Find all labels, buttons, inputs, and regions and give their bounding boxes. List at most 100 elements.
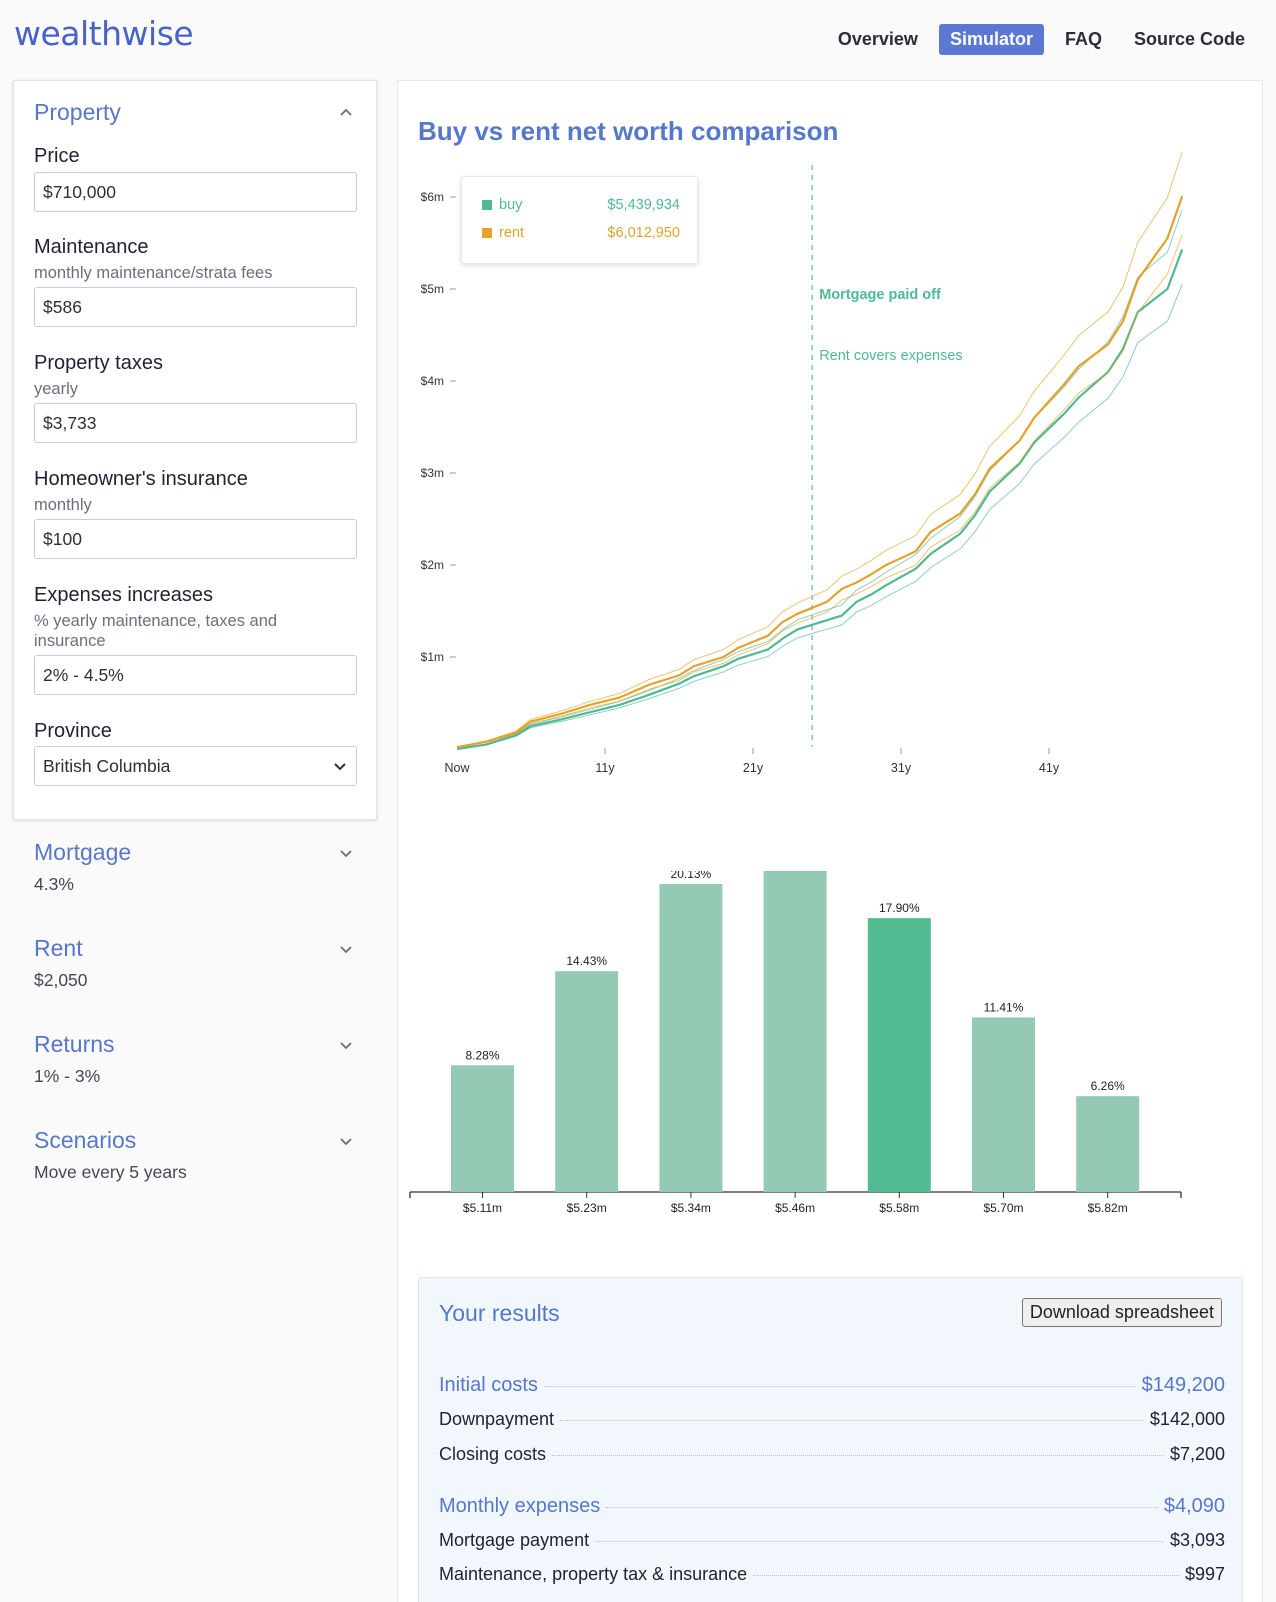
property-taxes-label: Property taxes	[34, 352, 163, 374]
results-panel: Your results Download spreadsheet Initia…	[418, 1277, 1243, 1602]
price-value: $710,000	[43, 181, 116, 202]
maintenance-label: Maintenance	[34, 236, 149, 258]
download-spreadsheet-button[interactable]: Download spreadsheet	[1021, 1298, 1222, 1327]
rent-section-header[interactable]: Rent	[34, 935, 357, 962]
results-row-value: $4,090	[1163, 1495, 1225, 1517]
maintenance-value: $586	[43, 296, 82, 317]
property-section-header[interactable]: Property	[34, 99, 357, 126]
legend-rent-value: $6,012,950	[607, 225, 680, 241]
dotted-leader	[753, 1575, 1179, 1576]
mortgage-section-header[interactable]: Mortgage	[34, 839, 357, 866]
maintenance-input[interactable]: $586	[34, 287, 357, 327]
legend-rent-label: rent	[499, 225, 524, 241]
bar-value-label: 11.41%	[984, 1000, 1024, 1014]
y-tick-label: $4m	[421, 374, 444, 388]
price-input[interactable]: $710,000	[34, 172, 357, 212]
dotted-leader	[543, 1386, 1136, 1387]
bar-value-label: 14.43%	[566, 954, 607, 968]
histogram-bar	[972, 1017, 1035, 1192]
results-row-value: $142,000	[1149, 1409, 1225, 1429]
nav-simulator[interactable]: Simulator	[938, 24, 1044, 55]
scenarios-summary: Move every 5 years	[34, 1162, 187, 1182]
histogram-bar	[659, 884, 723, 1192]
nav-source-code[interactable]: Source Code	[1123, 24, 1256, 55]
bar-value-label: 8.28%	[465, 1048, 499, 1062]
bar-category-label: $5.46m	[775, 1201, 815, 1215]
histogram-bar	[451, 1065, 514, 1192]
x-tick-label: 11y	[595, 761, 615, 775]
results-row-value: $3,093	[1169, 1530, 1225, 1550]
y-tick-label: $3m	[421, 466, 444, 480]
results-row-value: $149,200	[1141, 1374, 1225, 1396]
bar-value-label: 17.90%	[879, 901, 920, 915]
mortgage-paid-off-annotation: Mortgage paid off	[819, 287, 941, 303]
results-title: Your results	[439, 1300, 560, 1326]
mortgage-summary: 4.3%	[34, 874, 74, 894]
dotted-leader	[552, 1455, 1164, 1456]
brand-logo[interactable]: wealthwise	[14, 14, 194, 53]
rent-series-line	[456, 195, 1184, 749]
chevron-up-icon[interactable]	[335, 102, 357, 124]
x-tick-label: 41y	[1039, 761, 1060, 775]
bar-category-label: $5.58m	[879, 1201, 919, 1215]
chart-legend: buy $5,439,934 rent $6,012,950	[461, 176, 698, 264]
legend-buy-value: $5,439,934	[607, 197, 680, 213]
property-section-title: Property	[34, 99, 121, 125]
price-label: Price	[34, 145, 80, 167]
bar-value-label: 6.26%	[1091, 1079, 1125, 1093]
returns-section-header[interactable]: Returns	[34, 1031, 357, 1058]
buy-series-line	[456, 249, 1184, 751]
rent-covers-expenses-annotation: Rent covers expenses	[819, 348, 962, 364]
bar-category-label: $5.11m	[463, 1201, 502, 1215]
insurance-value: $100	[43, 528, 82, 549]
y-tick-label: $2m	[421, 558, 444, 572]
dotted-leader	[606, 1507, 1158, 1508]
scenarios-section-header[interactable]: Scenarios	[34, 1127, 357, 1154]
province-select[interactable]: British Columbia	[34, 746, 357, 786]
results-row-label: Maintenance, property tax & insurance	[439, 1564, 748, 1584]
rent-summary: $2,050	[34, 970, 88, 990]
y-tick-label: $1m	[421, 650, 444, 664]
dotted-leader	[560, 1420, 1144, 1421]
expenses-increase-sublabel: % yearly maintenance, taxes and insuranc…	[34, 612, 278, 650]
bar-value-label: 20.13%	[671, 871, 712, 881]
insurance-sublabel: monthly	[34, 496, 92, 514]
bar-category-label: $5.34m	[671, 1201, 711, 1215]
property-taxes-value: $3,733	[43, 412, 97, 433]
returns-summary: 1% - 3%	[34, 1066, 101, 1086]
results-item-row: Maintenance, property tax & insurance $99…	[439, 1564, 1225, 1585]
nav-faq[interactable]: FAQ	[1054, 24, 1113, 55]
bar-category-label: $5.82m	[1088, 1201, 1128, 1215]
maintenance-sublabel: monthly maintenance/strata fees	[34, 264, 273, 282]
results-section-row: Initial costs $149,200	[439, 1374, 1225, 1397]
results-item-row: Downpayment $142,000	[439, 1409, 1225, 1430]
insurance-label: Homeowner's insurance	[34, 468, 248, 490]
chevron-down-icon[interactable]	[335, 1034, 357, 1056]
legend-rent-swatch	[482, 228, 492, 238]
top-nav: Overview Simulator FAQ Source Code	[817, 24, 1256, 55]
results-section-row: Monthly expenses $4,090	[439, 1495, 1225, 1518]
returns-section-title: Returns	[34, 1031, 115, 1057]
bar-category-label: $5.70m	[983, 1201, 1023, 1215]
expenses-increase-input[interactable]: 2% - 4.5%	[34, 655, 357, 695]
property-taxes-input[interactable]: $3,733	[34, 403, 357, 443]
dotted-leader	[595, 1541, 1164, 1542]
scenarios-section-title: Scenarios	[34, 1127, 137, 1153]
results-row-label: Mortgage payment	[439, 1530, 590, 1550]
y-tick-label: $6m	[421, 190, 444, 204]
chevron-down-icon[interactable]	[335, 842, 357, 864]
histogram-bar	[763, 871, 827, 1192]
chevron-down-icon[interactable]	[335, 1130, 357, 1152]
results-row-value: $7,200	[1169, 1444, 1225, 1464]
nav-overview[interactable]: Overview	[827, 24, 929, 55]
rent-section-title: Rent	[34, 935, 83, 961]
x-tick-label: 31y	[891, 761, 912, 775]
insurance-input[interactable]: $100	[34, 519, 357, 559]
histogram-bar	[1076, 1096, 1140, 1192]
province-value: British Columbia	[43, 755, 171, 776]
chevron-down-icon[interactable]	[335, 938, 357, 960]
histogram-bar	[555, 971, 619, 1192]
results-row-value: $997	[1184, 1564, 1225, 1584]
legend-buy: buy $5,439,934	[482, 197, 680, 213]
rent-lower-band-line	[456, 234, 1183, 748]
